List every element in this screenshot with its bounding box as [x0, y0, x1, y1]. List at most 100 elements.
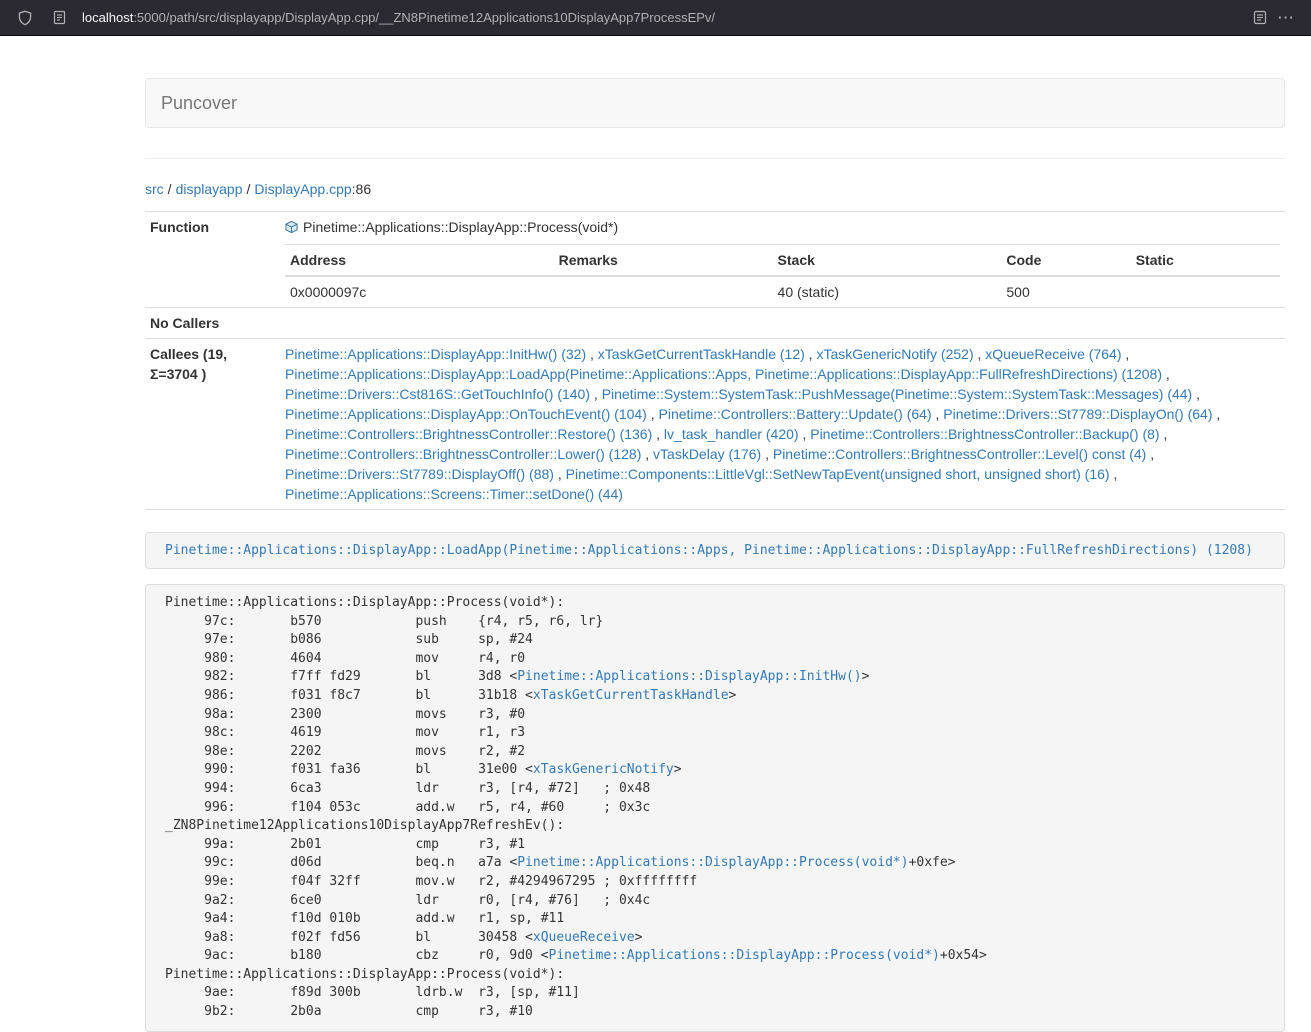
callee-link[interactable]: Pinetime::Drivers::St7789::DisplayOff() …: [285, 466, 554, 482]
stats-value-stack: 40 (static): [773, 276, 1002, 307]
callee-link[interactable]: xQueueReceive (764): [985, 346, 1121, 362]
callee-separator: ,: [647, 406, 659, 422]
callee-link[interactable]: Pinetime::Applications::DisplayApp::Load…: [285, 366, 1162, 382]
more-dots-icon: ⋯: [1273, 9, 1299, 26]
callee-separator: ,: [1146, 446, 1154, 462]
code-symbol-link[interactable]: Pinetime::Applications::DisplayApp::Init…: [517, 669, 861, 684]
callee-separator: ,: [652, 426, 664, 442]
browser-chrome: localhost:5000/path/src/displayapp/Displ…: [0, 0, 1311, 36]
callee-separator: ,: [1121, 346, 1129, 362]
stats-table: Address Remarks Stack Code Static 0x0000…: [285, 244, 1280, 307]
function-label: Function: [145, 212, 280, 245]
callee-link[interactable]: Pinetime::Controllers::BrightnessControl…: [285, 426, 652, 442]
stats-cell: Address Remarks Stack Code Static 0x0000…: [280, 244, 1285, 308]
code-symbol-link[interactable]: xQueueReceive: [533, 930, 635, 945]
url-text[interactable]: localhost:5000/path/src/displayapp/Displ…: [82, 10, 715, 25]
chrome-right-controls: ⋯: [1247, 5, 1299, 31]
stats-row: Address Remarks Stack Code Static 0x0000…: [145, 244, 1285, 308]
callees-list: Pinetime::Applications::DisplayApp::Init…: [280, 339, 1285, 510]
breadcrumb-link-file[interactable]: DisplayApp.cpp: [254, 181, 351, 197]
callee-link[interactable]: Pinetime::Controllers::Battery::Update()…: [659, 406, 932, 422]
breadcrumb-line-number: :86: [352, 181, 371, 197]
brand-title[interactable]: Puncover: [146, 93, 252, 114]
stats-header-stack: Stack: [773, 245, 1002, 277]
callee-separator: ,: [1110, 466, 1118, 482]
callee-separator: ,: [1160, 426, 1168, 442]
disassembly-box: Pinetime::Applications::DisplayApp::Proc…: [145, 584, 1285, 1032]
loadapp-link[interactable]: Pinetime::Applications::DisplayApp::Load…: [165, 543, 1253, 558]
stats-value-address: 0x0000097c: [285, 276, 554, 307]
shield-icon-svg: [17, 10, 33, 26]
callee-link[interactable]: Pinetime::Controllers::BrightnessControl…: [773, 446, 1146, 462]
stats-header-static: Static: [1131, 245, 1280, 277]
stats-value-row: 0x0000097c 40 (static) 500: [285, 276, 1280, 307]
page-info-icon[interactable]: [46, 5, 72, 31]
callee-link[interactable]: Pinetime::System::SystemTask::PushMessag…: [602, 386, 1193, 402]
callee-separator: ,: [590, 386, 602, 402]
breadcrumb-link-displayapp[interactable]: displayapp: [176, 181, 243, 197]
url-path: :5000/path/src/displayapp/DisplayApp.cpp…: [133, 10, 715, 25]
stats-row-spacer: [145, 244, 280, 308]
callee-link[interactable]: Pinetime::Components::LittleVgl::SetNewT…: [566, 466, 1110, 482]
stats-header-row: Address Remarks Stack Code Static: [285, 245, 1280, 277]
no-callers-cell: [280, 308, 1285, 339]
callee-link[interactable]: lv_task_handler (420): [664, 426, 799, 442]
code-symbol-link[interactable]: Pinetime::Applications::DisplayApp::Proc…: [549, 948, 940, 963]
callee-separator: ,: [761, 446, 773, 462]
callees-row: Callees (19, Σ=3704 ) Pinetime::Applicat…: [145, 339, 1285, 510]
callee-separator: ,: [974, 346, 986, 362]
stats-header-remarks: Remarks: [554, 245, 773, 277]
callee-separator: ,: [799, 426, 811, 442]
function-symbol-icon: [285, 219, 298, 239]
callee-link[interactable]: xTaskGenericNotify (252): [816, 346, 973, 362]
function-row: Function Pinetime::Applications::Display…: [145, 212, 1285, 245]
stats-value-remarks: [554, 276, 773, 307]
code-symbol-link[interactable]: xTaskGenericNotify: [533, 762, 674, 777]
url-bar[interactable]: localhost:5000/path/src/displayapp/Displ…: [46, 5, 1247, 31]
callee-link[interactable]: Pinetime::Applications::Screens::Timer::…: [285, 486, 623, 502]
callee-link[interactable]: Pinetime::Controllers::BrightnessControl…: [285, 446, 641, 462]
tracking-protection-shield-icon[interactable]: [12, 5, 38, 31]
page-actions-menu-icon[interactable]: ⋯: [1273, 5, 1299, 31]
callee-link[interactable]: Pinetime::Applications::DisplayApp::OnTo…: [285, 406, 647, 422]
cube-icon: [285, 220, 298, 234]
no-callers-row: No Callers: [145, 308, 1285, 339]
page-container: Puncover src/displayapp/DisplayApp.cpp:8…: [145, 36, 1285, 1032]
breadcrumb-separator: /: [247, 181, 251, 197]
code-symbol-link[interactable]: Pinetime::Applications::DisplayApp::Proc…: [517, 855, 908, 870]
callees-label: Callees (19, Σ=3704 ): [145, 339, 280, 510]
function-name: Pinetime::Applications::DisplayApp::Proc…: [303, 219, 618, 235]
callee-link[interactable]: Pinetime::Controllers::BrightnessControl…: [810, 426, 1159, 442]
function-detail-table: Function Pinetime::Applications::Display…: [145, 211, 1285, 510]
callee-separator: ,: [805, 346, 817, 362]
callee-link[interactable]: xTaskGetCurrentTaskHandle (12): [598, 346, 805, 362]
stats-header-code: Code: [1001, 245, 1130, 277]
callee-separator: ,: [586, 346, 598, 362]
callee-separator: ,: [554, 466, 566, 482]
callee-link[interactable]: Pinetime::Applications::DisplayApp::Init…: [285, 346, 586, 362]
callee-link[interactable]: Pinetime::Drivers::Cst816S::GetTouchInfo…: [285, 386, 590, 402]
stats-value-static: [1131, 276, 1280, 307]
callee-link[interactable]: vTaskDelay (176): [653, 446, 761, 462]
breadcrumb-separator: /: [168, 181, 172, 197]
stats-header-address: Address: [285, 245, 554, 277]
loadapp-box: Pinetime::Applications::DisplayApp::Load…: [145, 532, 1285, 569]
reader-icon-svg: [1253, 10, 1267, 25]
callee-separator: ,: [932, 406, 944, 422]
callee-separator: ,: [1192, 386, 1200, 402]
no-callers-label: No Callers: [145, 308, 280, 339]
callee-separator: ,: [641, 446, 653, 462]
disassembly-pre: Pinetime::Applications::DisplayApp::Proc…: [165, 594, 1265, 1022]
url-host: localhost: [82, 10, 133, 25]
callee-link[interactable]: Pinetime::Drivers::St7789::DisplayOn() (…: [943, 406, 1212, 422]
code-symbol-link[interactable]: xTaskGetCurrentTaskHandle: [533, 688, 729, 703]
page-icon-svg: [53, 10, 66, 25]
navbar: Puncover: [145, 78, 1285, 128]
reader-mode-icon[interactable]: [1247, 5, 1273, 31]
breadcrumb: src/displayapp/DisplayApp.cpp:86: [145, 179, 1285, 199]
header-divider: [145, 158, 1285, 159]
stats-value-code: 500: [1001, 276, 1130, 307]
callee-separator: ,: [1213, 406, 1221, 422]
callee-separator: ,: [1162, 366, 1170, 382]
breadcrumb-link-src[interactable]: src: [145, 181, 164, 197]
